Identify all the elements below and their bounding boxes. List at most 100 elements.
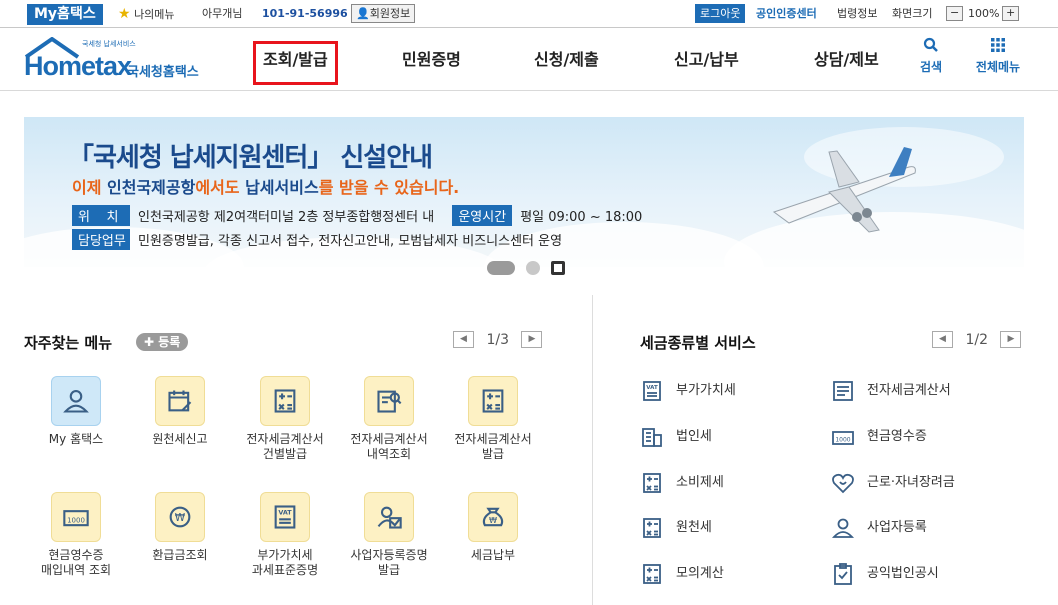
nav-report-payment[interactable]: 신고/납부 — [674, 29, 739, 91]
quick-menu-item[interactable]: ₩ 환급금조회 — [130, 492, 230, 563]
nav-application-submission[interactable]: 신청/제출 — [534, 29, 599, 91]
hours-value: 평일 09:00 ~ 18:00 — [520, 210, 643, 225]
svg-text:VAT: VAT — [278, 509, 292, 517]
zoom-in-button[interactable]: + — [1002, 6, 1020, 22]
quick-next-button[interactable]: ▶ — [521, 331, 543, 348]
quick-menu-icon-tile — [260, 376, 310, 426]
refund-icon: ₩ — [169, 506, 191, 528]
all-menu-label: 전체메뉴 — [975, 60, 1021, 74]
tax-service-item[interactable]: 근로·자녀장려금 — [831, 470, 955, 496]
quick-menu-icon-tile — [155, 376, 205, 426]
promo-banner[interactable]: 「국세청 납세지원센터」 신설안내 이제 인천국제공항에서도 납세서비스를 받을… — [24, 117, 1024, 267]
tax-service-label: 사업자등록 — [867, 520, 927, 535]
svg-text:VAT: VAT — [646, 385, 658, 391]
member-info-label: 회원정보 — [369, 7, 411, 20]
cert-center-link[interactable]: 공인인증센터 — [756, 0, 817, 28]
user-icon — [63, 390, 89, 413]
carousel-dot-1[interactable] — [487, 261, 515, 275]
banner-duty-row: 담당업무 민원증명발급, 각종 신고서 접수, 전자신고안내, 모범납세자 비즈니… — [72, 229, 562, 250]
carousel-pause-button[interactable] — [551, 261, 565, 275]
plus-icon: ✚ — [144, 335, 155, 349]
logo-subtitle: 국세청홈택스 — [127, 65, 199, 80]
mymenu-link[interactable]: ★ 나의메뉴 — [118, 0, 175, 28]
tax-service-label: 원천세 — [676, 520, 712, 535]
quick-menu-item[interactable]: 전자세금계산서 내역조회 — [339, 376, 439, 462]
cert-icon — [377, 506, 402, 529]
carousel-dot-2[interactable] — [526, 261, 540, 275]
banner-subtitle-a: 이제 — [72, 178, 108, 197]
tax-service-item[interactable]: 모의계산 — [640, 561, 724, 587]
svg-text:₩: ₩ — [489, 515, 497, 525]
duty-label: 담당업무 — [72, 229, 130, 250]
location-label: 위 치 — [72, 205, 130, 226]
quick-menu-icon-tile: 1000 — [51, 492, 101, 542]
zoom-level: 100% — [968, 7, 1000, 20]
tax-service-item[interactable]: 법인세 — [640, 424, 712, 450]
quick-prev-button[interactable]: ◀ — [453, 331, 474, 348]
vat-icon: VAT — [643, 380, 661, 401]
quick-menu-item[interactable]: My 홈택스 — [26, 376, 126, 447]
building-icon — [642, 427, 662, 447]
quick-menu-item[interactable]: ₩ 세금납부 — [443, 492, 543, 563]
tax-service-label: 근로·자녀장려금 — [867, 475, 955, 490]
banner-subtitle-c: 에서도 — [195, 178, 246, 197]
main-navigation: 국세청 납세서비스 Hometax 국세청홈택스 조회/발급 민원증명 신청/제… — [0, 29, 1058, 91]
quick-menu-item[interactable]: 전자세금계산서 건별발급 — [235, 376, 335, 462]
tax-service-item[interactable]: 소비제세 — [640, 470, 724, 496]
tax-service-item[interactable]: 1000 현금영수증 — [831, 424, 927, 450]
person-icon: 👤 — [356, 7, 370, 20]
logout-button[interactable]: 로그아웃 — [695, 4, 746, 24]
nav-consult-report[interactable]: 상담/제보 — [814, 29, 879, 91]
tax-service-label: 전자세금계산서 — [867, 383, 951, 398]
zoom-out-button[interactable]: − — [946, 6, 964, 22]
tax-service-item[interactable]: 사업자등록 — [831, 515, 927, 541]
myhome-button[interactable]: My홈택스 — [27, 4, 103, 25]
tax-service-item[interactable]: 공익법인공시 — [831, 561, 939, 587]
money-bag-icon: ₩ — [482, 507, 504, 527]
quick-menu-icon-tile: ₩ — [155, 492, 205, 542]
quick-menu-icon-tile — [364, 376, 414, 426]
quick-menu-icon-tile: VAT — [260, 492, 310, 542]
tax-prev-button[interactable]: ◀ — [932, 331, 953, 348]
banner-subtitle: 이제 인천국제공항에서도 납세서비스를 받을 수 있습니다. — [72, 174, 459, 198]
banner-location-row: 위 치 인천국제공항 제2여객터미널 2층 정부종합행정센터 내 운영시간 평일 0… — [72, 205, 642, 226]
quick-page-number: 1/3 — [486, 331, 509, 348]
tax-next-button[interactable]: ▶ — [1000, 331, 1022, 348]
banner-subtitle-d: 납세서비스 — [245, 178, 319, 197]
quick-menu-label: 환급금조회 — [152, 548, 208, 562]
svg-text:₩: ₩ — [175, 512, 186, 524]
search-button[interactable]: 검색 — [913, 37, 949, 75]
heart-icon — [832, 473, 854, 493]
tax-service-label: 소비제세 — [676, 475, 724, 490]
nav-inquiry-issue[interactable]: 조회/발급 — [253, 41, 338, 85]
quick-menu-item[interactable]: 원천세신고 — [130, 376, 230, 447]
business-number: 101-91-56996 — [262, 7, 348, 20]
tax-service-item[interactable]: 전자세금계산서 — [831, 378, 951, 404]
nav-civil-certificates[interactable]: 민원증명 — [402, 29, 461, 91]
top-utility-bar: My홈택스 ★ 나의메뉴 아무개님 101-91-56996 👤회원정보 로그아… — [0, 0, 1058, 28]
law-info-link[interactable]: 법령정보 — [837, 0, 877, 28]
quick-menu-label: 전자세금계산서 발급 — [454, 432, 532, 461]
all-menu-button[interactable]: 전체메뉴 — [970, 37, 1026, 75]
clipboard-icon — [834, 562, 852, 585]
screen-size-label: 화면크기 — [892, 7, 933, 20]
tax-service-item[interactable]: 원천세 — [640, 515, 712, 541]
member-info-button[interactable]: 👤회원정보 — [351, 4, 416, 24]
quick-menu-item[interactable]: VAT 부가가치세 과세표준증명 — [235, 492, 335, 578]
calculator-icon — [274, 389, 296, 413]
hours-label: 운영시간 — [452, 205, 513, 226]
star-icon: ★ — [118, 6, 131, 22]
quick-menu-item[interactable]: 전자세금계산서 발급 — [443, 376, 543, 462]
location-value: 인천국제공항 제2여객터미널 2층 정부종합행정센터 내 — [138, 210, 435, 225]
mymenu-label: 나의메뉴 — [134, 8, 175, 21]
quick-menu-item[interactable]: 사업자등록증명 발급 — [339, 492, 439, 578]
quick-menu-register-button[interactable]: ✚ 등록 — [136, 333, 189, 351]
quick-menu-item[interactable]: 1000 현금영수증 매입내역 조회 — [26, 492, 126, 578]
quick-menu-label: 원천세신고 — [152, 432, 208, 446]
user-name: 아무개님 — [202, 7, 243, 20]
banner-subtitle-e: 를 받을 수 있습니다. — [318, 178, 460, 197]
tax-service-label: 현금영수증 — [867, 429, 927, 444]
tax-service-item[interactable]: VAT 부가가치세 — [640, 378, 736, 404]
hometax-logo[interactable]: 국세청 납세서비스 Hometax 국세청홈택스 — [24, 37, 219, 83]
tax-service-label: 모의계산 — [676, 566, 724, 581]
